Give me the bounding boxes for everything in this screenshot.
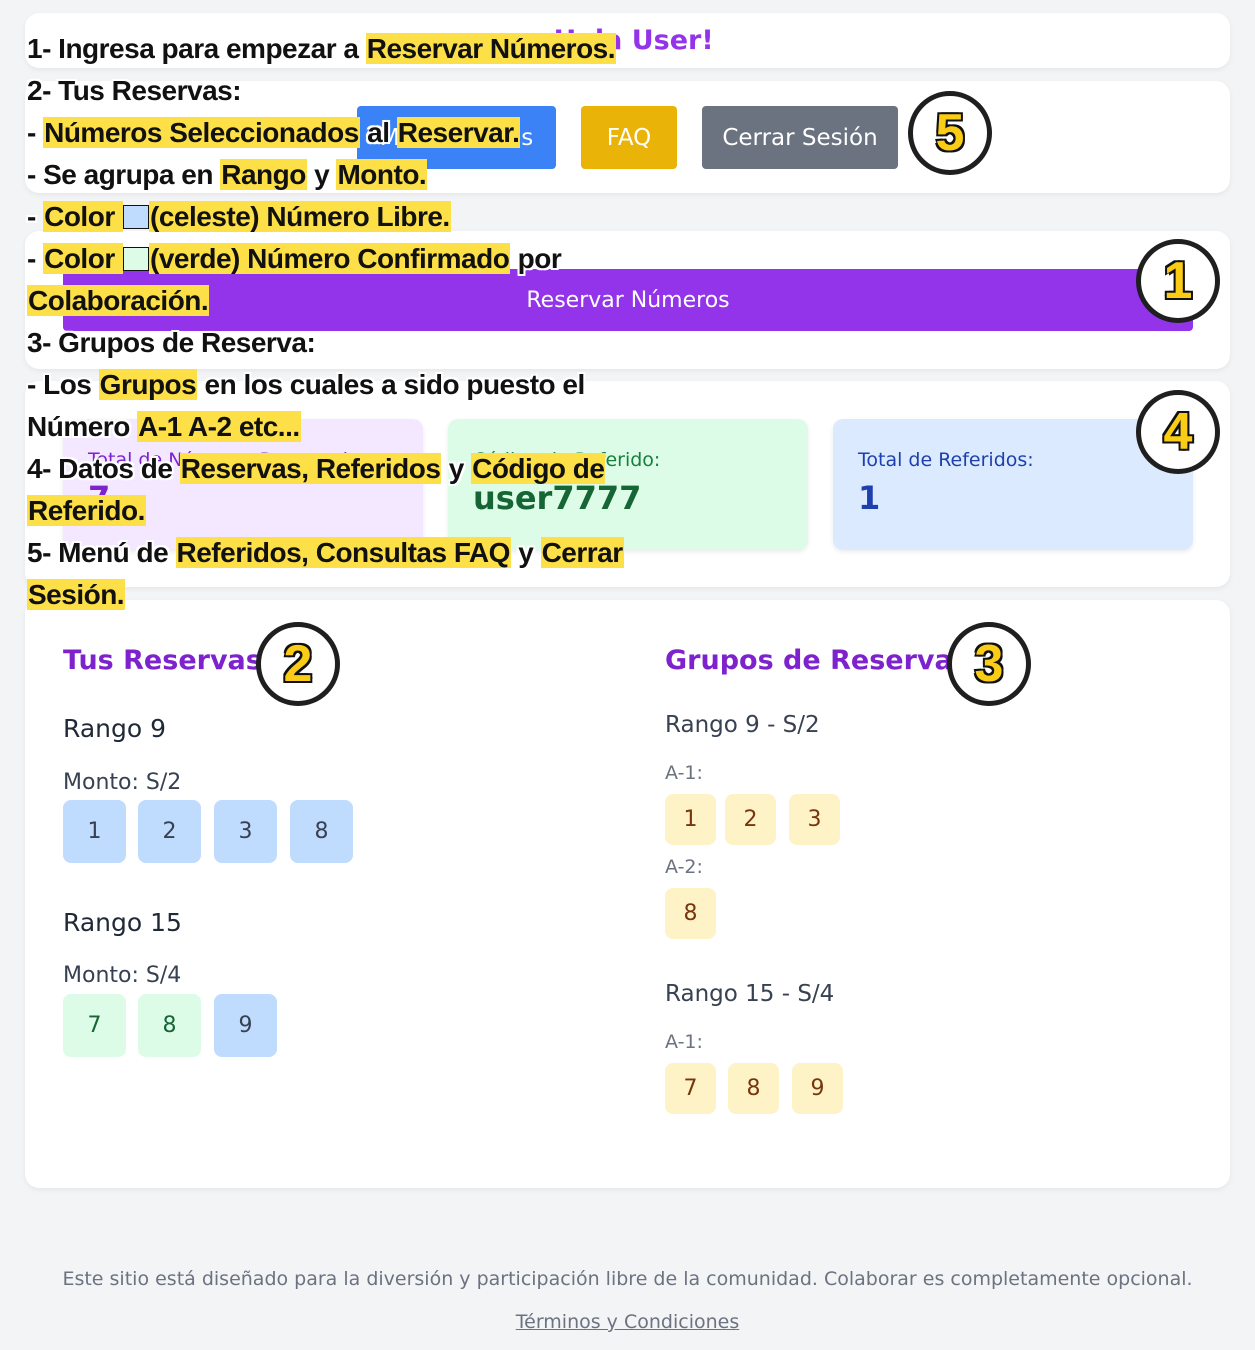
overlay-text: y (510, 537, 541, 568)
overlay-highlight: Color (43, 201, 123, 232)
grupo-rango-title: Rango 15 - S/4 (665, 981, 835, 1007)
overlay-text: 4- Datos de (27, 453, 180, 484)
overlay-line: Colaboración. (27, 280, 727, 322)
overlay-line: 1- Ingresa para empezar a Reservar Númer… (27, 28, 727, 70)
group-number-chip: 8 (728, 1063, 779, 1114)
overlay-line: 2- Tus Reservas: (27, 70, 727, 112)
number-chip[interactable]: 7 (63, 994, 126, 1057)
overlay-text: por (510, 243, 562, 274)
footer-disclaimer: Este sitio está diseñado para la diversi… (62, 1268, 1193, 1290)
overlay-text: en los cuales a sido puesto el (197, 369, 586, 400)
overlay-highlight: Reservar. (396, 117, 521, 148)
number-chip[interactable]: 8 (138, 994, 201, 1057)
overlay-text: 2- Tus Reservas: (27, 75, 242, 106)
overlay-text: y (306, 159, 337, 190)
step-badge-3: 3 (947, 622, 1031, 706)
number-chip[interactable]: 9 (214, 994, 277, 1057)
step-badge-2: 2 (256, 622, 340, 706)
overlay-text: y (441, 453, 472, 484)
overlay-line: 5- Menú de Referidos, Consultas FAQ y Ce… (27, 532, 727, 574)
green-swatch-icon (123, 247, 149, 271)
reservas-title: Tus Reservas (63, 645, 262, 676)
overlay-line: - Color (verde) Número Confirmado por (27, 238, 727, 280)
overlay-text: 3- Grupos de Reserva: (27, 327, 316, 358)
overlay-text: - (27, 117, 44, 148)
reserva-rango-title: Rango 9 (63, 714, 167, 743)
total-referrals-value: 1 (858, 479, 881, 517)
overlay-highlight: Números Seleccionados (43, 117, 360, 148)
group-number-chip: 9 (792, 1063, 843, 1114)
overlay-highlight: Colaboración. (27, 285, 210, 316)
number-chip[interactable]: 1 (63, 800, 126, 863)
instruction-overlay: 1- Ingresa para empezar a Reservar Númer… (27, 28, 727, 616)
overlay-highlight: A-1 A-2 etc... (137, 411, 301, 442)
overlay-text: - (27, 201, 44, 232)
overlay-text: 5- Menú de (27, 537, 176, 568)
overlay-highlight: Reservar Números. (365, 33, 617, 64)
group-label: A-2: (665, 856, 703, 878)
overlay-highlight: (verde) Número Confirmado (149, 243, 511, 274)
group-label: A-1: (665, 1031, 703, 1053)
group-number-chip: 7 (665, 1063, 716, 1114)
overlay-text: - Se agrupa en (27, 159, 221, 190)
overlay-text: al (359, 117, 397, 148)
step-badge-1: 1 (1136, 239, 1220, 323)
main-card: Tus Reservas Rango 9 Monto: S/2 1 2 3 8 … (25, 600, 1230, 1188)
number-chip[interactable]: 2 (138, 800, 201, 863)
number-chip[interactable]: 8 (290, 800, 353, 863)
overlay-highlight: Reservas, Referidos (179, 453, 442, 484)
reserva-monto: Monto: S/2 (63, 770, 182, 795)
group-number-chip: 3 (789, 794, 840, 845)
overlay-text: 1- Ingresa para empezar a (27, 33, 366, 64)
overlay-highlight: (celeste) Número Libre. (149, 201, 451, 232)
group-number-chip: 2 (725, 794, 776, 845)
overlay-line: Sesión. (27, 574, 727, 616)
overlay-highlight: Cerrar (540, 537, 624, 568)
overlay-line: 4- Datos de Reservas, Referidos y Código… (27, 448, 727, 490)
step-badge-4: 4 (1136, 390, 1220, 474)
overlay-highlight: Referido. (27, 495, 146, 526)
step-badge-5: 5 (908, 91, 992, 175)
group-number-chip: 8 (665, 888, 716, 939)
reserva-monto: Monto: S/4 (63, 963, 182, 988)
group-number-chip: 1 (665, 794, 716, 845)
overlay-highlight: Monto. (336, 159, 428, 190)
overlay-line: - Color (celeste) Número Libre. (27, 196, 727, 238)
overlay-line: Número A-1 A-2 etc... (27, 406, 727, 448)
group-label: A-1: (665, 762, 703, 784)
grupo-rango-title: Rango 9 - S/2 (665, 712, 820, 738)
overlay-text: - Los (27, 369, 99, 400)
reserva-rango-title: Rango 15 (63, 908, 182, 937)
overlay-line: Referido. (27, 490, 727, 532)
overlay-highlight: Color (43, 243, 123, 274)
overlay-text: Número (27, 411, 138, 442)
logout-button[interactable]: Cerrar Sesión (702, 106, 898, 169)
overlay-highlight: Rango (220, 159, 307, 190)
overlay-line: - Números Seleccionados al Reservar. (27, 112, 727, 154)
overlay-highlight: Referidos, Consultas FAQ (175, 537, 511, 568)
overlay-text: - (27, 243, 44, 274)
total-referrals-label: Total de Referidos: (858, 449, 1034, 471)
overlay-highlight: Código de (471, 453, 606, 484)
grupos-title: Grupos de Reserva (665, 645, 953, 676)
overlay-line: - Se agrupa en Rango y Monto. (27, 154, 727, 196)
number-chip[interactable]: 3 (214, 800, 277, 863)
overlay-highlight: Grupos (98, 369, 198, 400)
terms-link[interactable]: Términos y Condiciones (0, 1311, 1255, 1333)
overlay-line: - Los Grupos en los cuales a sido puesto… (27, 364, 727, 406)
overlay-highlight: Sesión. (27, 579, 126, 610)
light-blue-swatch-icon (123, 205, 149, 229)
overlay-line: 3- Grupos de Reserva: (27, 322, 727, 364)
